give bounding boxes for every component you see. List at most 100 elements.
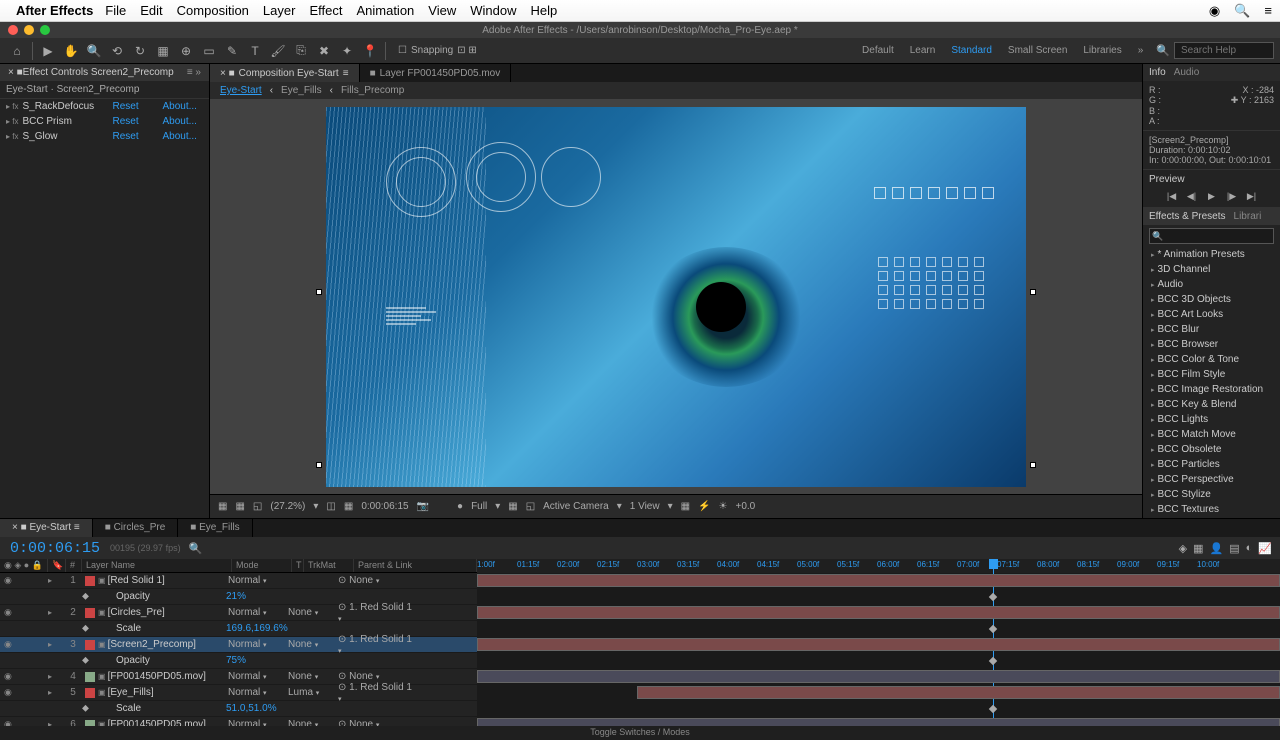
comp-flowchart-icon[interactable]: ◈ xyxy=(1179,542,1187,555)
home-icon[interactable]: ⌂ xyxy=(6,40,28,62)
menu-composition[interactable]: Composition xyxy=(177,3,249,18)
toggle-switches[interactable]: Toggle Switches / Modes xyxy=(0,726,1280,740)
next-frame-icon[interactable]: |▶ xyxy=(1224,189,1240,203)
fx-row-rackdefocus[interactable]: ▸ fx S_RackDefocus Reset About... xyxy=(0,99,209,114)
comp-tab-active[interactable]: × ■Composition Eye-Start≡ xyxy=(210,64,360,82)
app-name[interactable]: After Effects xyxy=(16,3,93,18)
shy-icon[interactable]: 👤 xyxy=(1210,542,1224,555)
3d-icon[interactable]: ▦ xyxy=(681,501,690,512)
menu-help[interactable]: Help xyxy=(530,3,557,18)
menu-layer[interactable]: Layer xyxy=(263,3,296,18)
minimize-window-icon[interactable] xyxy=(24,25,34,35)
ws-small[interactable]: Small Screen xyxy=(1008,45,1067,56)
track-bar[interactable] xyxy=(477,718,1280,726)
composition-viewer[interactable] xyxy=(210,99,1142,494)
tl-tab-circles[interactable]: ■ Circles_Pre xyxy=(93,519,179,537)
eraser-tool-icon[interactable]: ✖ xyxy=(313,40,335,62)
preset-category[interactable]: ▸BCC Key & Blend xyxy=(1143,397,1280,412)
camera-tool-icon[interactable]: ▦ xyxy=(152,40,174,62)
playhead[interactable] xyxy=(993,559,994,573)
draft-3d-icon[interactable]: ▦ xyxy=(1193,542,1203,555)
last-frame-icon[interactable]: ▶| xyxy=(1244,189,1260,203)
shape-tool-icon[interactable]: ▭ xyxy=(198,40,220,62)
clone-tool-icon[interactable]: ⎘ xyxy=(290,40,312,62)
preset-category[interactable]: ▸* Animation Presets xyxy=(1143,247,1280,262)
selection-handle[interactable] xyxy=(316,289,322,295)
graph-editor-icon[interactable]: 📈 xyxy=(1258,542,1272,555)
grid-icon[interactable]: ▦ xyxy=(235,501,244,512)
motion-blur-icon[interactable]: ◐ xyxy=(1246,542,1253,555)
preset-category[interactable]: ▸BCC Art Looks xyxy=(1143,307,1280,322)
mask-icon[interactable]: ◱ xyxy=(253,501,262,512)
frame-blend-icon[interactable]: ▤ xyxy=(1229,542,1239,555)
keyframe-icon[interactable] xyxy=(989,657,997,665)
preset-category[interactable]: ▸BCC Browser xyxy=(1143,337,1280,352)
preset-category[interactable]: ▸BCC Obsolete xyxy=(1143,442,1280,457)
prev-frame-icon[interactable]: ◀| xyxy=(1184,189,1200,203)
preset-category[interactable]: ▸BCC Blur xyxy=(1143,322,1280,337)
track-bar[interactable] xyxy=(477,606,1280,619)
fx-about-link[interactable]: About... xyxy=(162,131,196,142)
preset-category[interactable]: ▸BCC Stylize xyxy=(1143,487,1280,502)
fast-preview-icon[interactable]: ⚡ xyxy=(698,501,710,512)
maximize-window-icon[interactable] xyxy=(40,25,50,35)
transparency-icon[interactable]: ▦ xyxy=(508,501,517,512)
fx-reset-button[interactable]: Reset xyxy=(112,101,162,112)
text-tool-icon[interactable]: T xyxy=(244,40,266,62)
track-area[interactable] xyxy=(477,573,1280,726)
snapshot-icon[interactable]: 📷 xyxy=(417,501,429,512)
menu-view[interactable]: View xyxy=(428,3,456,18)
bc-fillsprecomp[interactable]: Fills_Precomp xyxy=(341,85,404,96)
effects-search-input[interactable] xyxy=(1149,228,1274,244)
menu-effect[interactable]: Effect xyxy=(309,3,342,18)
preset-category[interactable]: ▸BCC Textures xyxy=(1143,502,1280,517)
spotlight-icon[interactable]: 🔍 xyxy=(1234,3,1250,19)
layer-row[interactable]: ◉▸2▣[Circles_Pre]Normal ▾None ▾⊙ 1. Red … xyxy=(0,605,477,621)
keyframe-icon[interactable] xyxy=(989,705,997,713)
tl-tab-eyestart[interactable]: × ■ Eye-Start ≡ xyxy=(0,519,93,537)
selection-handle[interactable] xyxy=(1030,462,1036,468)
layer-tab[interactable]: ■Layer FP001450PD05.mov xyxy=(360,64,512,82)
menu-file[interactable]: File xyxy=(105,3,126,18)
search-help-input[interactable] xyxy=(1174,42,1274,59)
notifications-icon[interactable]: ≡ xyxy=(1264,3,1272,18)
preset-category[interactable]: ▸BCC Particles xyxy=(1143,457,1280,472)
camera-dropdown[interactable]: Active Camera xyxy=(543,501,609,512)
snapping-toggle[interactable]: ☐Snapping⊡ ⊞ xyxy=(398,45,477,56)
zoom-level[interactable]: (27.2%) xyxy=(270,501,305,512)
timeline-search-icon[interactable]: 🔍 xyxy=(189,542,203,555)
ws-standard[interactable]: Standard xyxy=(951,45,992,56)
rotate-tool-icon[interactable]: ↻ xyxy=(129,40,151,62)
time-ruler[interactable]: 1:00f01:15f02:00f02:15f03:00f03:15f04:00… xyxy=(477,559,1280,573)
keyframe-icon[interactable] xyxy=(989,593,997,601)
preset-category[interactable]: ▸BCC Perspective xyxy=(1143,472,1280,487)
layer-row[interactable]: ◉▸6▣[FP001450PD05.mov]Normal ▾None ▾⊙ No… xyxy=(0,717,477,726)
preset-category[interactable]: ▸BCC Image Restoration xyxy=(1143,382,1280,397)
exposure-value[interactable]: +0.0 xyxy=(736,501,756,512)
audio-tab[interactable]: Audio xyxy=(1174,67,1200,78)
close-window-icon[interactable] xyxy=(8,25,18,35)
fx-row-prism[interactable]: ▸ fx BCC Prism Reset About... xyxy=(0,114,209,129)
bc-eyefills[interactable]: Eye_Fills xyxy=(281,85,322,96)
effects-presets-tab[interactable]: Effects & Presets xyxy=(1149,211,1226,222)
keyframe-icon[interactable] xyxy=(989,625,997,633)
menu-window[interactable]: Window xyxy=(470,3,516,18)
ws-learn[interactable]: Learn xyxy=(910,45,936,56)
menu-edit[interactable]: Edit xyxy=(140,3,162,18)
preset-category[interactable]: ▸BCC Time xyxy=(1143,517,1280,518)
preset-category[interactable]: ▸BCC Color & Tone xyxy=(1143,352,1280,367)
resolution-dropdown[interactable]: Full xyxy=(471,501,487,512)
track-bar[interactable] xyxy=(477,638,1280,651)
play-icon[interactable]: ▶ xyxy=(1204,189,1220,203)
pen-tool-icon[interactable]: ✎ xyxy=(221,40,243,62)
hand-tool-icon[interactable]: ✋ xyxy=(60,40,82,62)
orbit-tool-icon[interactable]: ⟲ xyxy=(106,40,128,62)
preset-category[interactable]: ▸Audio xyxy=(1143,277,1280,292)
menu-animation[interactable]: Animation xyxy=(356,3,414,18)
preset-category[interactable]: ▸BCC Match Move xyxy=(1143,427,1280,442)
info-tab[interactable]: Info xyxy=(1149,67,1166,78)
preset-category[interactable]: ▸BCC 3D Objects xyxy=(1143,292,1280,307)
fx-about-link[interactable]: About... xyxy=(162,101,196,112)
track-bar[interactable] xyxy=(477,670,1280,683)
brush-tool-icon[interactable]: 🖌 xyxy=(267,40,289,62)
